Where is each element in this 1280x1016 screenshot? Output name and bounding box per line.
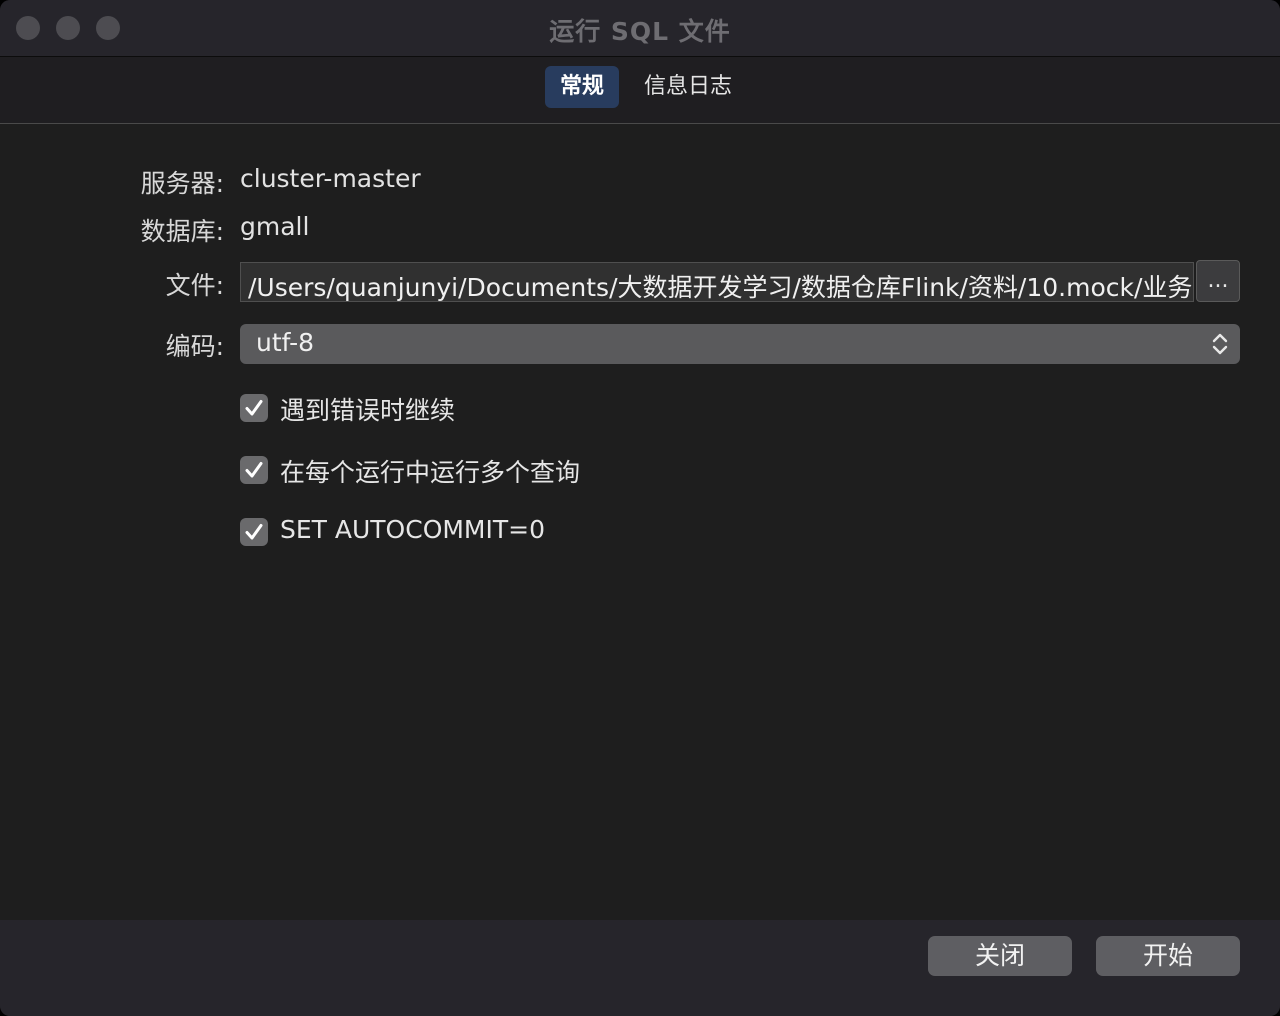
autocommit-checkbox[interactable] (240, 518, 268, 546)
server-label: 服务器: (140, 169, 224, 198)
start-button[interactable]: 开始 (1096, 936, 1240, 976)
file-path-input[interactable]: /Users/quanjunyi/Documents/大数据开发学习/数据仓库F… (240, 262, 1194, 302)
up-down-chevron-icon (1212, 333, 1228, 355)
autocommit-label: SET AUTOCOMMIT=0 (280, 515, 546, 544)
dialog-footer: 关闭 开始 (0, 920, 1280, 1016)
encoding-value: utf-8 (256, 328, 315, 357)
window-title: 运行 SQL 文件 (549, 17, 731, 46)
checkmark-icon (245, 400, 263, 416)
browse-file-button[interactable]: ... (1196, 260, 1240, 302)
title-bar: 运行 SQL 文件 (0, 0, 1280, 57)
server-value: cluster-master (240, 164, 421, 193)
tab-bar: 常规 信息日志 (0, 57, 1280, 124)
checkmark-icon (245, 524, 263, 540)
database-label: 数据库: (140, 217, 224, 246)
file-label: 文件: (165, 271, 224, 300)
database-value: gmall (240, 212, 310, 241)
continue-on-error-checkbox[interactable] (240, 394, 268, 422)
continue-on-error-label: 遇到错误时继续 (280, 396, 456, 425)
file-path-text: /Users/quanjunyi/Documents/大数据开发学习/数据仓库F… (248, 273, 1193, 302)
close-button[interactable]: 关闭 (928, 936, 1072, 976)
encoding-select[interactable]: utf-8 (240, 324, 1240, 364)
encoding-label: 编码: (165, 332, 224, 361)
multiple-queries-label: 在每个运行中运行多个查询 (280, 458, 581, 487)
tab-general[interactable]: 常规 (545, 66, 619, 108)
checkmark-icon (245, 462, 263, 478)
tab-info-log[interactable]: 信息日志 (636, 66, 740, 108)
multiple-queries-checkbox[interactable] (240, 456, 268, 484)
run-sql-file-dialog: 运行 SQL 文件 常规 信息日志 服务器: cluster-master 数据… (0, 0, 1280, 1016)
